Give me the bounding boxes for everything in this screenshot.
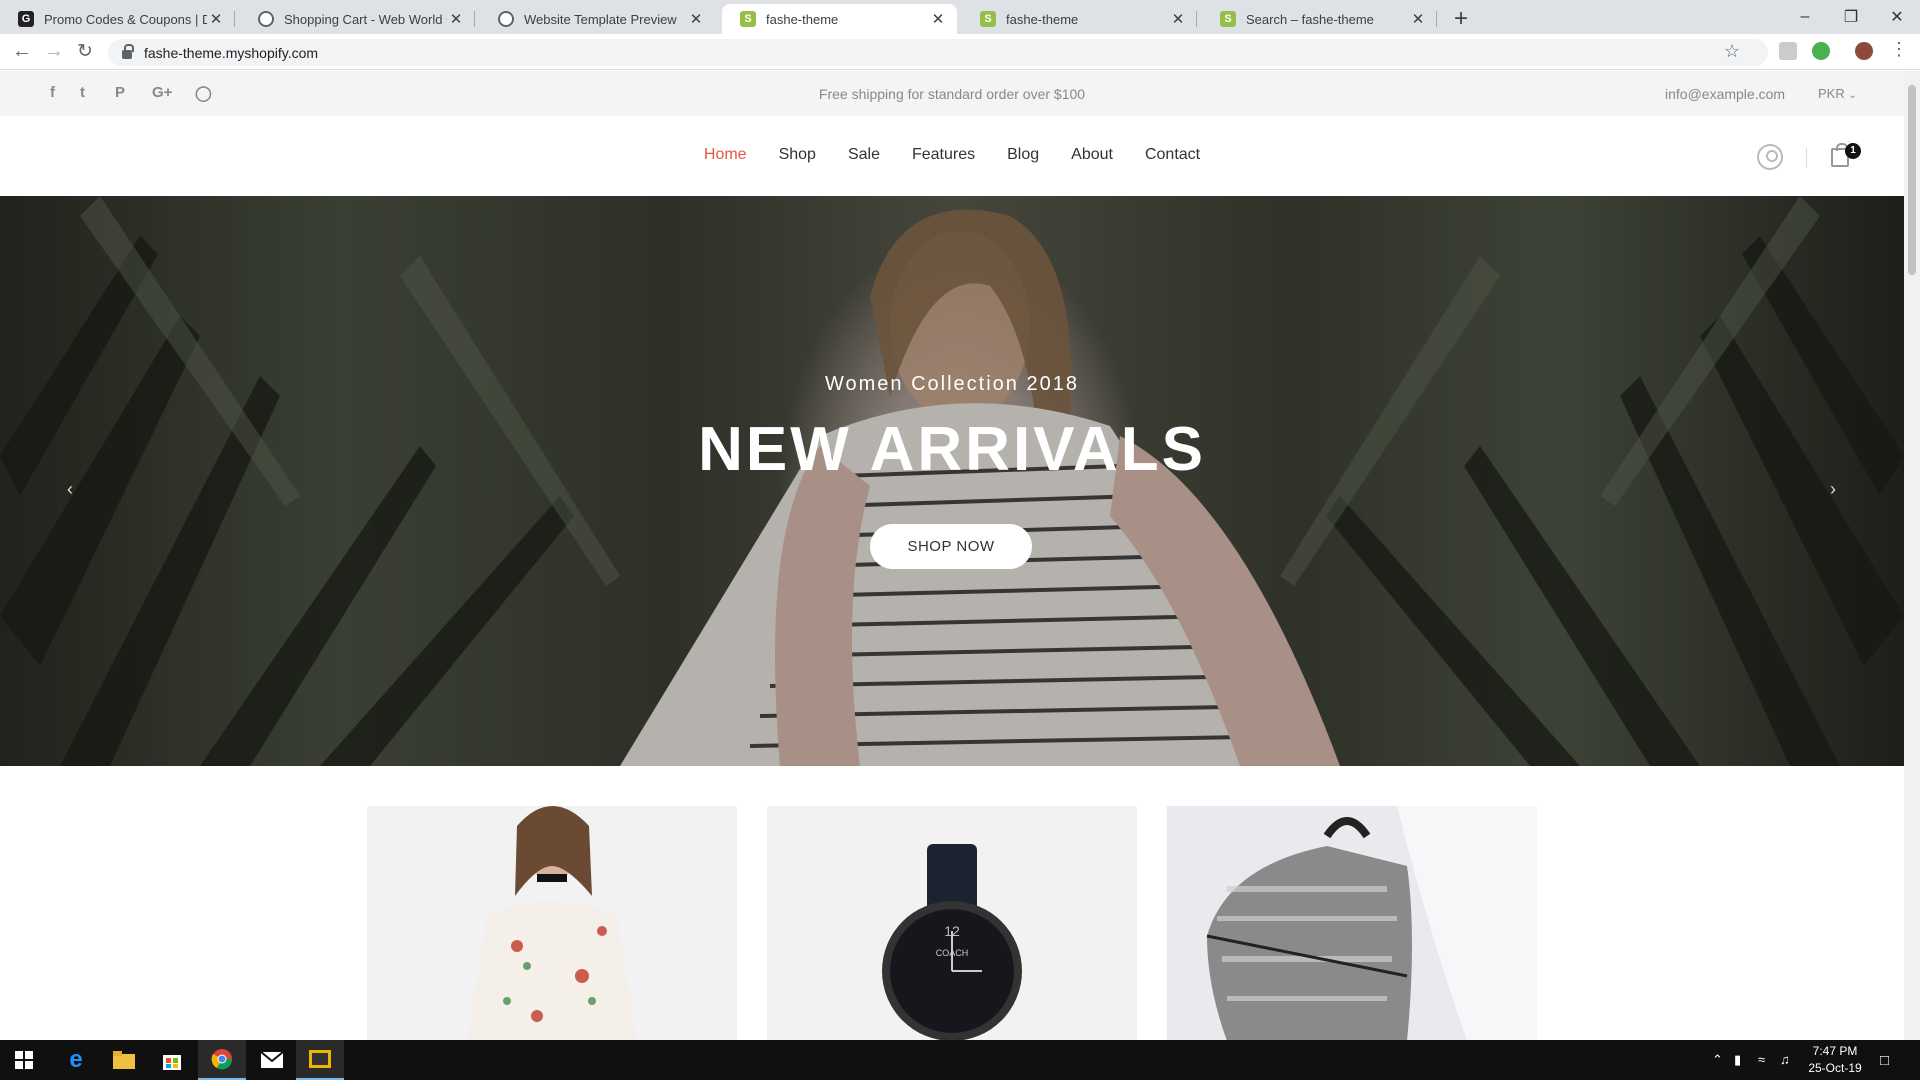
tab-title: Website Template Preview [524, 11, 677, 27]
menu-kebab-icon[interactable]: ⋮ [1890, 39, 1908, 60]
nav-item-features[interactable]: Features [911, 146, 976, 164]
tab-title: fashe-theme [766, 11, 839, 27]
hero-title: NEW ARRIVALS [698, 415, 1206, 484]
window-close-icon[interactable]: ✕ [1874, 0, 1920, 34]
header-divider [1806, 148, 1807, 168]
close-icon[interactable]: ✕ [1409, 10, 1427, 28]
file-explorer-icon[interactable] [100, 1040, 148, 1080]
nav-item-sale[interactable]: Sale [847, 146, 881, 164]
browser-tab[interactable]: G Promo Codes & Coupons | Disco ✕ [0, 4, 235, 34]
tab-separator [234, 11, 235, 27]
browser-tab-strip: G Promo Codes & Coupons | Disco ✕ Shoppi… [0, 0, 1920, 34]
watch-image: 12 COACH [882, 844, 1022, 1041]
nav-item-contact[interactable]: Contact [1144, 146, 1201, 164]
hero-subtitle: Women Collection 2018 [825, 373, 1079, 395]
notification-icon[interactable]: □ [1880, 1052, 1889, 1069]
extension-icon[interactable] [1812, 42, 1830, 60]
cart-count-badge: 1 [1845, 143, 1861, 159]
forward-icon[interactable]: → [44, 40, 64, 63]
currency-label: PKR [1818, 86, 1845, 101]
tab-title: Search – fashe-theme [1246, 11, 1374, 27]
media-player-icon[interactable] [296, 1040, 344, 1080]
reload-icon[interactable]: ↻ [77, 40, 93, 63]
browser-tab-active[interactable]: S fashe-theme ✕ [722, 4, 957, 34]
lock-icon [122, 44, 134, 59]
clock-time: 7:47 PM [1812, 1044, 1858, 1058]
site-header: Home Shop Sale Features Blog About Conta… [0, 116, 1904, 196]
tab-title: Shopping Cart - Web World Cent [284, 11, 447, 27]
bookmark-star-icon[interactable]: ☆ [1724, 41, 1740, 62]
clock-date: 25-Oct-19 [1808, 1061, 1862, 1075]
nav-item-shop[interactable]: Shop [778, 146, 817, 164]
product-card-watch[interactable]: 12 COACH [767, 806, 1137, 1041]
url-text: fashe-theme.myshopify.com [144, 44, 319, 61]
contact-email[interactable]: info@example.com [1665, 86, 1785, 102]
shopify-icon: S [1220, 11, 1236, 27]
screen: G Promo Codes & Coupons | Disco ✕ Shoppi… [0, 0, 1920, 1080]
taskbar-clock[interactable]: 7:47 PM 25-Oct-19 [1800, 1043, 1870, 1077]
close-icon[interactable]: ✕ [929, 10, 947, 28]
browser-toolbar: ← → ↻ fashe-theme.myshopify.com ☆ ⋮ [0, 34, 1920, 70]
g-icon: G [18, 11, 34, 27]
maximize-icon[interactable]: ❐ [1828, 0, 1874, 34]
windows-start-icon[interactable] [0, 1040, 48, 1080]
address-bar[interactable]: fashe-theme.myshopify.com ☆ [108, 39, 1768, 66]
back-icon[interactable]: ← [12, 40, 32, 63]
store-icon[interactable] [148, 1040, 196, 1080]
page-scrollbar[interactable] [1904, 71, 1920, 1040]
shopify-icon: S [740, 11, 756, 27]
windows-taskbar: e ⌃ ▮ ≈ ♫ 7:47 PM 25-Oct-19 □ [0, 1040, 1920, 1080]
avatar[interactable] [1855, 42, 1873, 60]
wifi-icon[interactable]: ≈ [1758, 1052, 1765, 1067]
globe-icon [498, 11, 514, 27]
new-tab-icon[interactable]: + [1454, 5, 1468, 33]
product-card-backpack[interactable] [1167, 806, 1537, 1041]
slider-prev-icon[interactable]: ‹ [50, 469, 90, 509]
product-card-dress[interactable] [367, 806, 737, 1041]
nav-item-home[interactable]: Home [703, 146, 748, 164]
tab-separator [1196, 11, 1197, 27]
dress-image [467, 806, 637, 1041]
currency-selector[interactable]: PKR ⌄ [1818, 86, 1857, 101]
mail-icon[interactable] [248, 1040, 296, 1080]
minimize-icon[interactable]: – [1782, 0, 1828, 34]
browser-tab[interactable]: S Search – fashe-theme ✕ [1202, 4, 1437, 34]
browser-tab[interactable]: S fashe-theme ✕ [962, 4, 1197, 34]
shield-extension-icon[interactable] [1779, 42, 1797, 60]
edge-icon[interactable]: e [52, 1040, 100, 1080]
nav-item-blog[interactable]: Blog [1006, 146, 1040, 164]
browser-tab[interactable]: Shopping Cart - Web World Cent ✕ [240, 4, 475, 34]
close-icon[interactable]: ✕ [447, 10, 465, 28]
tab-separator [1436, 11, 1437, 27]
globe-icon [258, 11, 274, 27]
chevron-up-icon[interactable]: ⌃ [1712, 1052, 1723, 1068]
battery-icon[interactable]: ▮ [1734, 1052, 1741, 1068]
shopify-icon: S [980, 11, 996, 27]
shop-now-button[interactable]: SHOP NOW [870, 524, 1032, 569]
slider-next-icon[interactable]: › [1813, 469, 1853, 509]
close-icon[interactable]: ✕ [207, 10, 225, 28]
close-icon[interactable]: ✕ [687, 10, 705, 28]
volume-icon[interactable]: ♫ [1780, 1052, 1790, 1067]
hero-slider: Women Collection 2018 NEW ARRIVALS SHOP … [0, 196, 1904, 766]
chrome-icon[interactable] [198, 1040, 246, 1080]
chevron-down-icon: ⌄ [1848, 90, 1857, 101]
close-icon[interactable]: ✕ [1169, 10, 1187, 28]
user-account-icon[interactable] [1757, 144, 1783, 170]
backpack-image [1167, 806, 1537, 1041]
tab-title: fashe-theme [1006, 11, 1079, 27]
site-topbar: f t P G+ ◯ Free shipping for standard or… [0, 71, 1904, 116]
main-nav: Home Shop Sale Features Blog About Conta… [0, 146, 1904, 164]
shipping-notice: Free shipping for standard order over $1… [818, 86, 1086, 102]
tab-separator [474, 11, 475, 27]
nav-item-about[interactable]: About [1070, 146, 1114, 164]
scrollbar-thumb[interactable] [1908, 85, 1916, 275]
browser-tab[interactable]: Website Template Preview ✕ [480, 4, 715, 34]
tab-title: Promo Codes & Coupons | Disco [44, 11, 207, 27]
